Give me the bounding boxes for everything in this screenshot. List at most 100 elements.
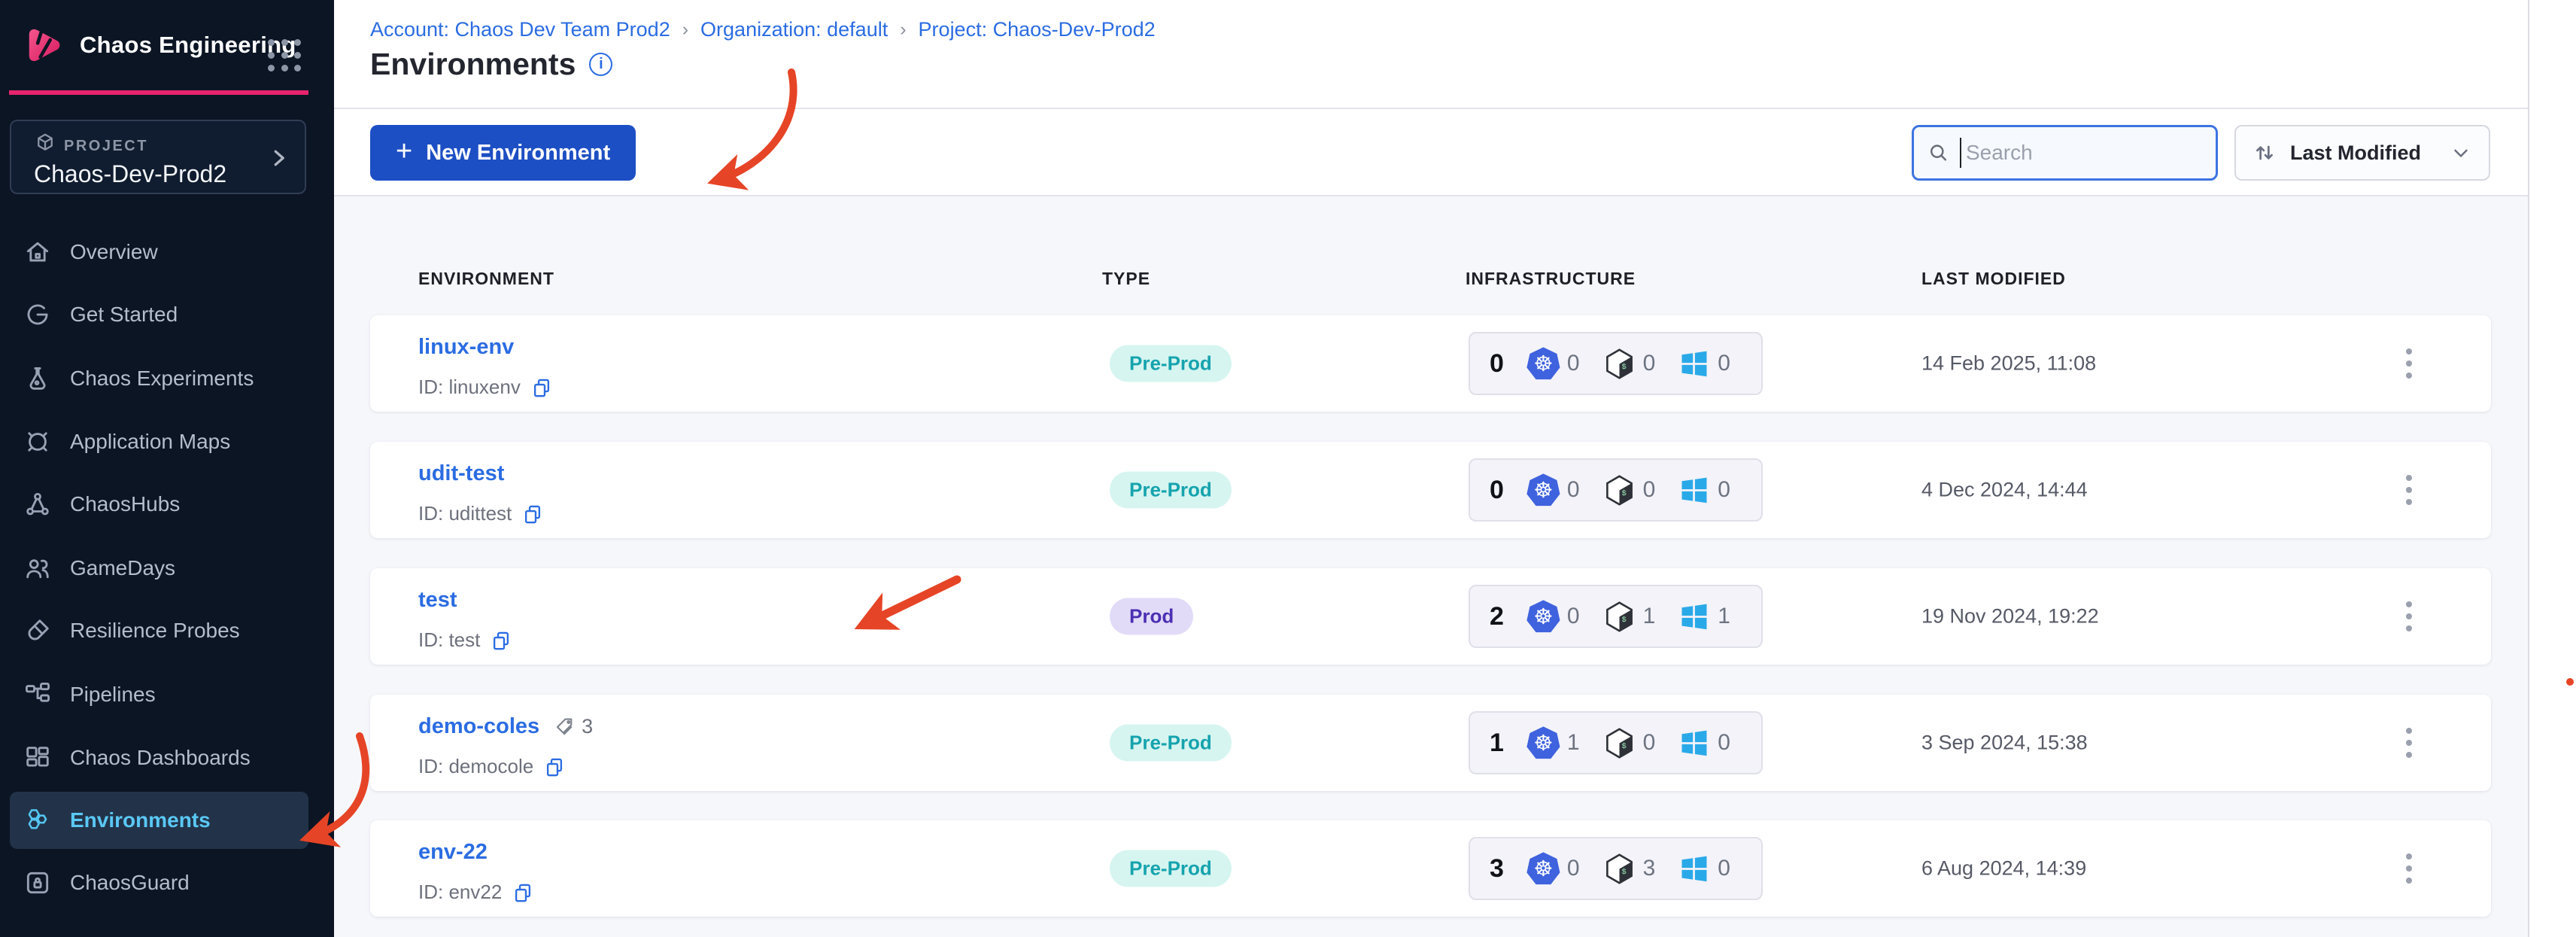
row-menu-icon[interactable] bbox=[2401, 849, 2417, 888]
project-selector[interactable]: PROJECT Chaos-Dev-Prod2 bbox=[10, 120, 306, 194]
kubernetes-icon: ☸ bbox=[1526, 726, 1560, 759]
chevron-right-icon bbox=[274, 150, 284, 166]
type-badge: Pre-Prod bbox=[1110, 724, 1232, 762]
scrollbar-track[interactable] bbox=[2528, 0, 2576, 937]
target-icon bbox=[28, 432, 47, 452]
network-icon bbox=[26, 492, 49, 516]
sort-dropdown[interactable]: Last Modified bbox=[2234, 125, 2490, 181]
sidebar-item-label: ChaosGuard bbox=[70, 871, 190, 894]
windows-icon bbox=[1681, 730, 1707, 756]
svg-text:$: $ bbox=[1621, 362, 1626, 371]
sidebar-item-label: Chaos Dashboards bbox=[70, 746, 251, 769]
row-menu-icon[interactable] bbox=[2401, 470, 2417, 510]
last-modified: 4 Dec 2024, 14:44 bbox=[1921, 478, 2088, 501]
environments-table: ENVIRONMENT TYPE INFRASTRUCTURE LAST MOD… bbox=[334, 196, 2528, 937]
k8s-count: 1 bbox=[1566, 730, 1580, 755]
svg-text:$: $ bbox=[1621, 741, 1626, 750]
page-header: Account: Chaos Dev Team Prod2 › Organiza… bbox=[334, 0, 2528, 109]
table-row[interactable]: env-22 ID: env22 Pre-Prod 3 ☸ 0 $3 0 6 Au… bbox=[370, 820, 2491, 917]
tag-icon bbox=[557, 717, 573, 735]
linux-icon: $ bbox=[1605, 474, 1633, 506]
sidebar-item-environments[interactable]: Environments bbox=[10, 792, 308, 849]
table-row[interactable]: udit-test ID: udittest Pre-Prod 0 ☸ 0 $0 … bbox=[370, 442, 2491, 538]
chevron-down-icon bbox=[2454, 149, 2468, 157]
lock-icon bbox=[26, 872, 49, 894]
sidebar-item-chaos-experiments[interactable]: Chaos Experiments bbox=[10, 350, 308, 407]
sidebar-item-label: Get Started bbox=[70, 303, 178, 326]
test-tube-icon bbox=[28, 619, 49, 640]
plus-icon: + bbox=[396, 135, 413, 167]
sidebar-item-get-started[interactable]: Get Started bbox=[10, 286, 308, 343]
copy-icon[interactable] bbox=[544, 756, 565, 777]
search-icon bbox=[1930, 145, 1947, 161]
type-badge: Pre-Prod bbox=[1110, 471, 1232, 509]
linux-icon: $ bbox=[1605, 727, 1633, 759]
copy-icon[interactable] bbox=[522, 503, 543, 525]
windows-count: 1 bbox=[1718, 604, 1730, 628]
sidebar-item-label: GameDays bbox=[70, 556, 176, 580]
breadcrumb-org-link[interactable]: Organization: default bbox=[700, 18, 888, 41]
environment-id: ID: linuxenv bbox=[418, 376, 521, 398]
linux-count: 3 bbox=[1642, 856, 1656, 881]
infra-total-count: 1 bbox=[1490, 728, 1504, 757]
environment-link[interactable]: demo-coles bbox=[418, 714, 539, 739]
last-modified: 14 Feb 2025, 11:08 bbox=[1921, 351, 2097, 375]
linux-icon: $ bbox=[1605, 348, 1633, 379]
info-icon[interactable]: i bbox=[589, 53, 613, 76]
linux-icon: $ bbox=[1605, 601, 1633, 632]
sidebar-item-chaos-dashboards[interactable]: Chaos Dashboards bbox=[10, 729, 308, 786]
sidebar-item-chaoshubs[interactable]: ChaosHubs bbox=[10, 476, 308, 533]
linux-count: 0 bbox=[1642, 477, 1656, 502]
infrastructure-summary: 0 ☸ 0 $0 0 bbox=[1469, 458, 1763, 522]
windows-count: 0 bbox=[1718, 730, 1730, 755]
row-menu-icon[interactable] bbox=[2401, 344, 2417, 383]
new-environment-label: New Environment bbox=[426, 140, 611, 165]
module-grid-icon[interactable] bbox=[268, 39, 302, 72]
sort-label: Last Modified bbox=[2290, 141, 2421, 164]
sidebar-item-resilience-probes[interactable]: Resilience Probes bbox=[10, 602, 308, 659]
sidebar-item-gamedays[interactable]: GameDays bbox=[10, 540, 308, 597]
kubernetes-icon: ☸ bbox=[1526, 852, 1560, 885]
table-row[interactable]: demo-coles 3 ID: democole Pre-Prod 1 ☸ 1 … bbox=[370, 695, 2491, 791]
environment-link[interactable]: env-22 bbox=[418, 840, 488, 865]
column-header-type: TYPE bbox=[1102, 269, 1151, 288]
table-row[interactable]: linux-env ID: linuxenv Pre-Prod 0 ☸ 0 $0 … bbox=[370, 315, 2491, 412]
breadcrumb-account-link[interactable]: Account: Chaos Dev Team Prod2 bbox=[370, 18, 670, 41]
k8s-count: 0 bbox=[1566, 856, 1580, 881]
sidebar-item-label: Overview bbox=[70, 240, 158, 263]
k8s-count: 0 bbox=[1566, 604, 1580, 628]
sidebar-item-application-maps[interactable]: Application Maps bbox=[10, 413, 308, 470]
search-input[interactable] bbox=[1965, 141, 2202, 165]
sidebar-item-chaosguard[interactable]: ChaosGuard bbox=[10, 854, 308, 911]
row-menu-icon[interactable] bbox=[2401, 597, 2417, 636]
last-modified: 19 Nov 2024, 19:22 bbox=[1921, 604, 2099, 628]
copy-icon[interactable] bbox=[491, 630, 512, 651]
sidebar-item-pipelines[interactable]: Pipelines bbox=[10, 666, 308, 723]
tags-indicator: 3 bbox=[553, 715, 593, 738]
sidebar-item-label: Application Maps bbox=[70, 430, 231, 453]
table-row[interactable]: test ID: test Prod 2 ☸ 0 $1 1 19 Nov 2024… bbox=[370, 568, 2491, 665]
infra-total-count: 0 bbox=[1490, 475, 1504, 504]
environment-link[interactable]: test bbox=[418, 588, 457, 613]
copy-icon[interactable] bbox=[512, 882, 533, 903]
infrastructure-summary: 1 ☸ 1 $0 0 bbox=[1469, 711, 1763, 774]
kubernetes-icon: ☸ bbox=[1526, 347, 1560, 380]
sidebar-item-overview[interactable]: Overview bbox=[10, 224, 308, 281]
get-started-icon bbox=[27, 304, 48, 325]
linux-icon: $ bbox=[1605, 853, 1633, 884]
brand-accent-line bbox=[9, 90, 308, 95]
app-title: Chaos Engineering bbox=[80, 32, 296, 58]
people-icon bbox=[26, 559, 49, 579]
breadcrumb-separator: › bbox=[900, 19, 907, 40]
windows-count: 0 bbox=[1718, 856, 1730, 881]
new-environment-button[interactable]: + New Environment bbox=[370, 125, 636, 181]
environment-link[interactable]: udit-test bbox=[418, 461, 504, 486]
k8s-count: 0 bbox=[1566, 477, 1580, 502]
row-menu-icon[interactable] bbox=[2401, 723, 2417, 762]
k8s-count: 0 bbox=[1566, 351, 1580, 376]
infrastructure-summary: 0 ☸ 0 $0 0 bbox=[1469, 332, 1763, 395]
environment-link[interactable]: linux-env bbox=[418, 335, 514, 360]
copy-icon[interactable] bbox=[531, 377, 552, 398]
app-window: Chaos Engineering PROJECT Chaos-Dev-Prod… bbox=[0, 0, 2576, 937]
breadcrumb-project-link[interactable]: Project: Chaos-Dev-Prod2 bbox=[919, 18, 1156, 41]
